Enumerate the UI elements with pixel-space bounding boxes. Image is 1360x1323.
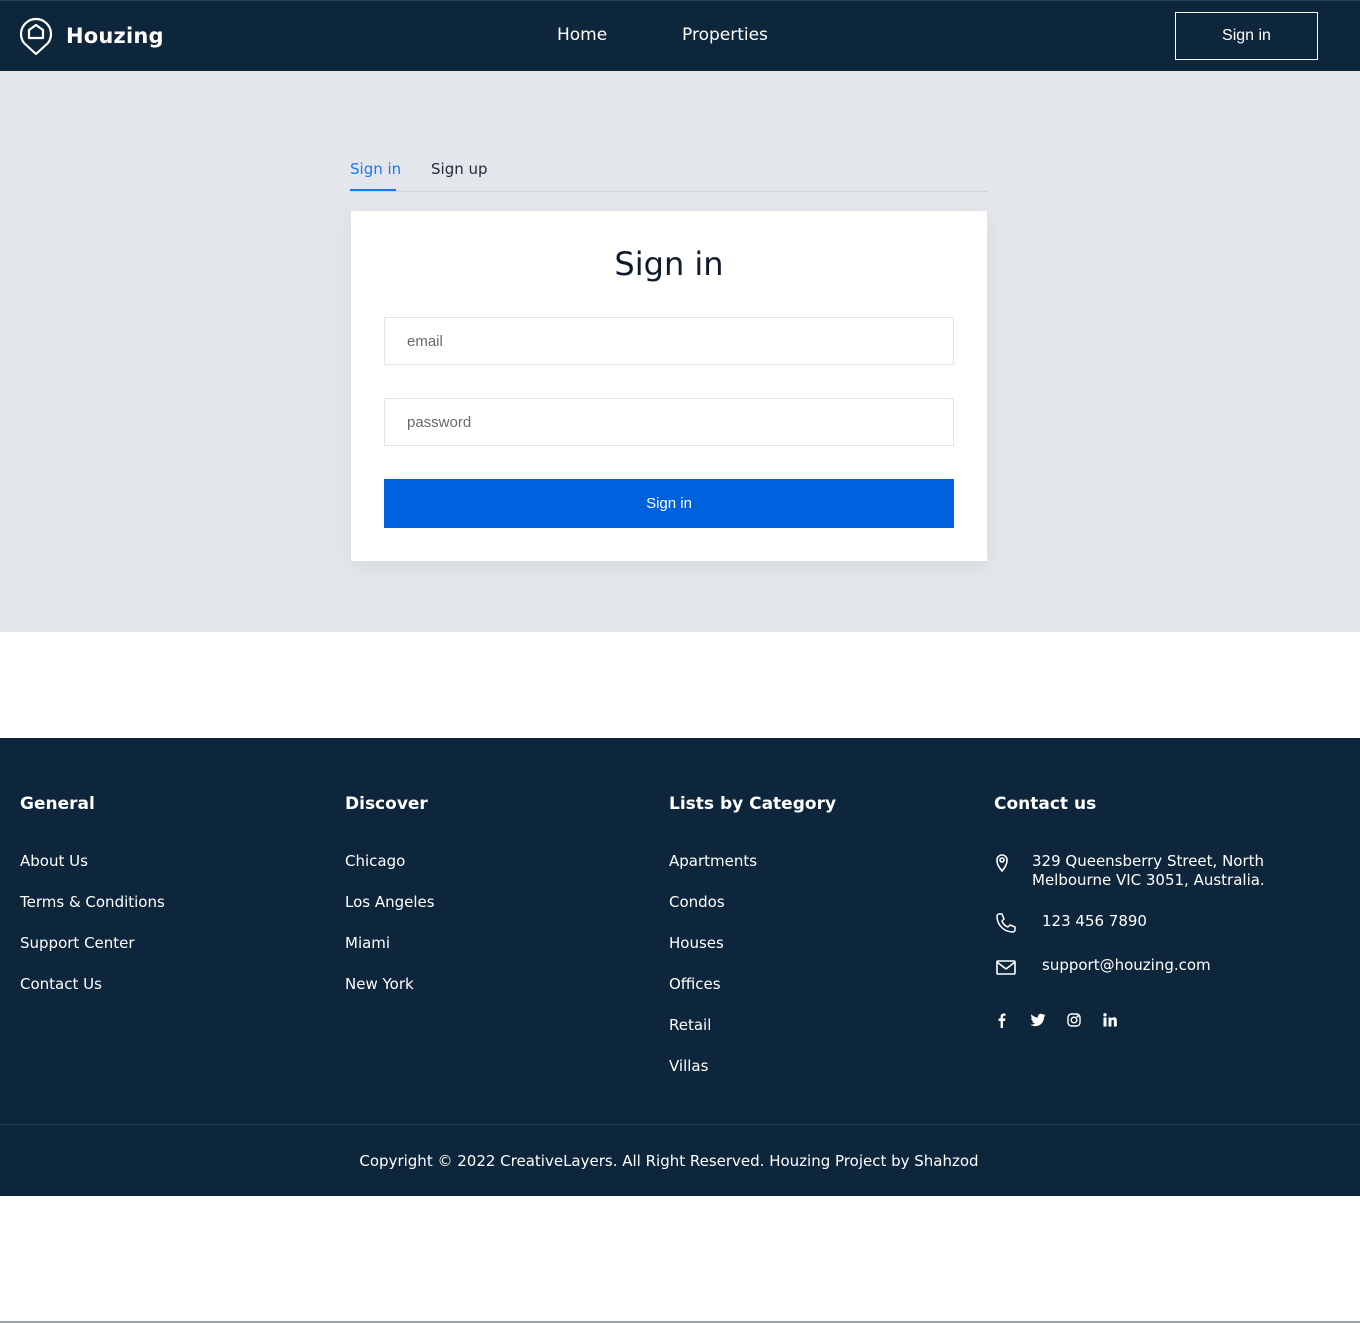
footer-link[interactable]: Villas (669, 1057, 836, 1098)
contact-email: support@houzing.com (994, 956, 1265, 978)
signin-card: Sign in Sign in (351, 211, 987, 561)
header-signin-button[interactable]: Sign in (1175, 12, 1318, 60)
footer-discover: Discover Chicago Los Angeles Miami New Y… (345, 794, 435, 1016)
footer-categories: Lists by Category Apartments Condos Hous… (669, 794, 836, 1098)
logo[interactable]: Houzing (19, 16, 164, 56)
linkedin-icon (1103, 1013, 1117, 1027)
footer-link[interactable]: New York (345, 975, 435, 1016)
instagram-link[interactable] (1066, 1012, 1102, 1032)
auth-section: Sign in Sign up Sign in Sign in (0, 71, 1360, 632)
footer-categories-title: Lists by Category (669, 794, 837, 814)
social-links (994, 1012, 1265, 1032)
footer-link[interactable]: Houses (669, 934, 836, 975)
footer-link[interactable]: Terms & Conditions (20, 893, 165, 934)
contact-address: 329 Queensberry Street, North Melbourne … (994, 852, 1265, 890)
main-nav: Home Properties (557, 25, 768, 45)
footer-link[interactable]: Apartments (669, 852, 836, 893)
nav-properties-link[interactable]: Properties (682, 25, 768, 45)
facebook-icon (998, 1013, 1006, 1028)
footer-link[interactable]: About Us (20, 852, 165, 893)
phone-icon (996, 913, 1016, 933)
footer-link[interactable]: Retail (669, 1016, 836, 1057)
facebook-link[interactable] (994, 1012, 1030, 1032)
contact-phone: 123 456 7890 (994, 912, 1265, 934)
logo-text: Houzing (66, 24, 164, 48)
linkedin-link[interactable] (1102, 1012, 1138, 1032)
house-pin-icon (19, 17, 53, 56)
footer-link[interactable]: Los Angeles (345, 893, 435, 934)
footer-link[interactable]: Condos (669, 893, 836, 934)
active-tab-indicator (350, 189, 396, 191)
footer-divider (0, 1124, 1360, 1125)
footer-link[interactable]: Support Center (20, 934, 165, 975)
twitter-link[interactable] (1030, 1012, 1066, 1032)
address-line-1: 329 Queensberry Street, North (1032, 852, 1265, 870)
footer-link[interactable]: Miami (345, 934, 435, 975)
email-field[interactable] (384, 317, 954, 365)
footer-general-title: General (20, 794, 95, 814)
tab-signin[interactable]: Sign in (350, 160, 401, 178)
footer-general: General About Us Terms & Conditions Supp… (20, 794, 165, 1016)
auth-tabs: Sign in Sign up (350, 157, 988, 192)
signin-submit-button[interactable]: Sign in (384, 479, 954, 528)
footer-contact-title: Contact us (994, 794, 1097, 814)
instagram-icon (1067, 1013, 1081, 1027)
copyright-text: Copyright © 2022 CreativeLayers. All Rig… (359, 1152, 979, 1170)
top-navbar: Houzing Home Properties Sign in (0, 0, 1360, 71)
password-field[interactable] (384, 398, 954, 446)
tab-signup[interactable]: Sign up (431, 160, 488, 178)
phone-number[interactable]: 123 456 7890 (1042, 912, 1147, 930)
location-pin-icon (996, 854, 1008, 873)
footer-contact: Contact us 329 Queensberry Street, North… (994, 794, 1265, 1032)
footer-link[interactable]: Chicago (345, 852, 435, 893)
mail-icon (996, 960, 1016, 975)
address-line-2: Melbourne VIC 3051, Australia. (1032, 871, 1265, 889)
footer-link[interactable]: Contact Us (20, 975, 165, 1016)
nav-home-link[interactable]: Home (557, 25, 682, 45)
footer-link[interactable]: Offices (669, 975, 836, 1016)
twitter-icon (1030, 1013, 1046, 1027)
footer: General About Us Terms & Conditions Supp… (0, 738, 1360, 1196)
signin-title: Sign in (614, 245, 724, 283)
footer-discover-title: Discover (345, 794, 428, 814)
email-address[interactable]: support@houzing.com (1042, 956, 1211, 974)
